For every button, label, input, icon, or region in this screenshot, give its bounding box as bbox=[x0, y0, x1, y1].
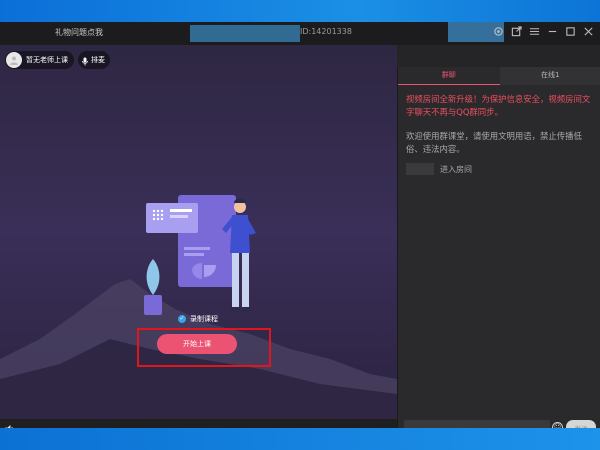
avatar bbox=[6, 52, 22, 68]
enter-room-text: 进入房间 bbox=[440, 164, 472, 174]
chat-panel: 群聊 在线1 视频房间全新升级！为保护信息安全，视频房间文字聊天不再与QQ群同步… bbox=[397, 67, 600, 444]
redacted-room-name bbox=[190, 25, 300, 42]
start-class-button[interactable]: 开始上课 bbox=[157, 334, 237, 354]
tab-online[interactable]: 在线1 bbox=[500, 67, 600, 85]
title-bar: 礼物问题点我 ID:14201338 bbox=[0, 22, 600, 45]
video-stage: 暂无老师上课 排麦 ✓ 录制课程 开始上课 bbox=[0, 45, 397, 419]
room-id: ID:14201338 bbox=[300, 27, 352, 36]
mic-queue-button[interactable]: 排麦 bbox=[78, 51, 110, 69]
desktop-top-strip bbox=[0, 0, 600, 22]
app-window: 礼物问题点我 ID:14201338 暂无老师上课 排麦 ✓ 录制课程 开始上课… bbox=[0, 22, 600, 444]
record-course-toggle[interactable]: ✓ 录制课程 bbox=[178, 314, 218, 324]
window-title[interactable]: 礼物问题点我 bbox=[55, 27, 103, 38]
settings-icon[interactable] bbox=[492, 26, 504, 38]
teacher-status-chip: 暂无老师上课 bbox=[5, 51, 74, 69]
taskbar bbox=[0, 428, 600, 450]
chat-tabs: 群聊 在线1 bbox=[398, 67, 600, 85]
menu-icon[interactable] bbox=[528, 26, 540, 38]
mic-queue-label: 排麦 bbox=[91, 56, 105, 64]
close-icon[interactable] bbox=[582, 26, 594, 38]
record-course-label: 录制课程 bbox=[190, 315, 218, 323]
maximize-icon[interactable] bbox=[564, 26, 576, 38]
window-controls bbox=[492, 26, 594, 38]
checkmark-icon: ✓ bbox=[178, 315, 186, 323]
enter-room-message: 进入房间 bbox=[406, 163, 472, 175]
teacher-status-text: 暂无老师上课 bbox=[26, 56, 68, 64]
popout-icon[interactable] bbox=[510, 26, 522, 38]
redacted-username bbox=[406, 163, 434, 175]
system-notice: 视频房间全新升级！为保护信息安全，视频房间文字聊天不再与QQ群同步。 bbox=[406, 94, 591, 117]
classroom-illustration bbox=[144, 195, 256, 315]
tab-group-chat[interactable]: 群聊 bbox=[398, 67, 500, 85]
minimize-icon[interactable] bbox=[546, 26, 558, 38]
microphone-icon bbox=[82, 51, 88, 70]
welcome-message: 欢迎使用群课堂，请使用文明用语，禁止传播低俗、违法内容。 bbox=[406, 131, 582, 154]
